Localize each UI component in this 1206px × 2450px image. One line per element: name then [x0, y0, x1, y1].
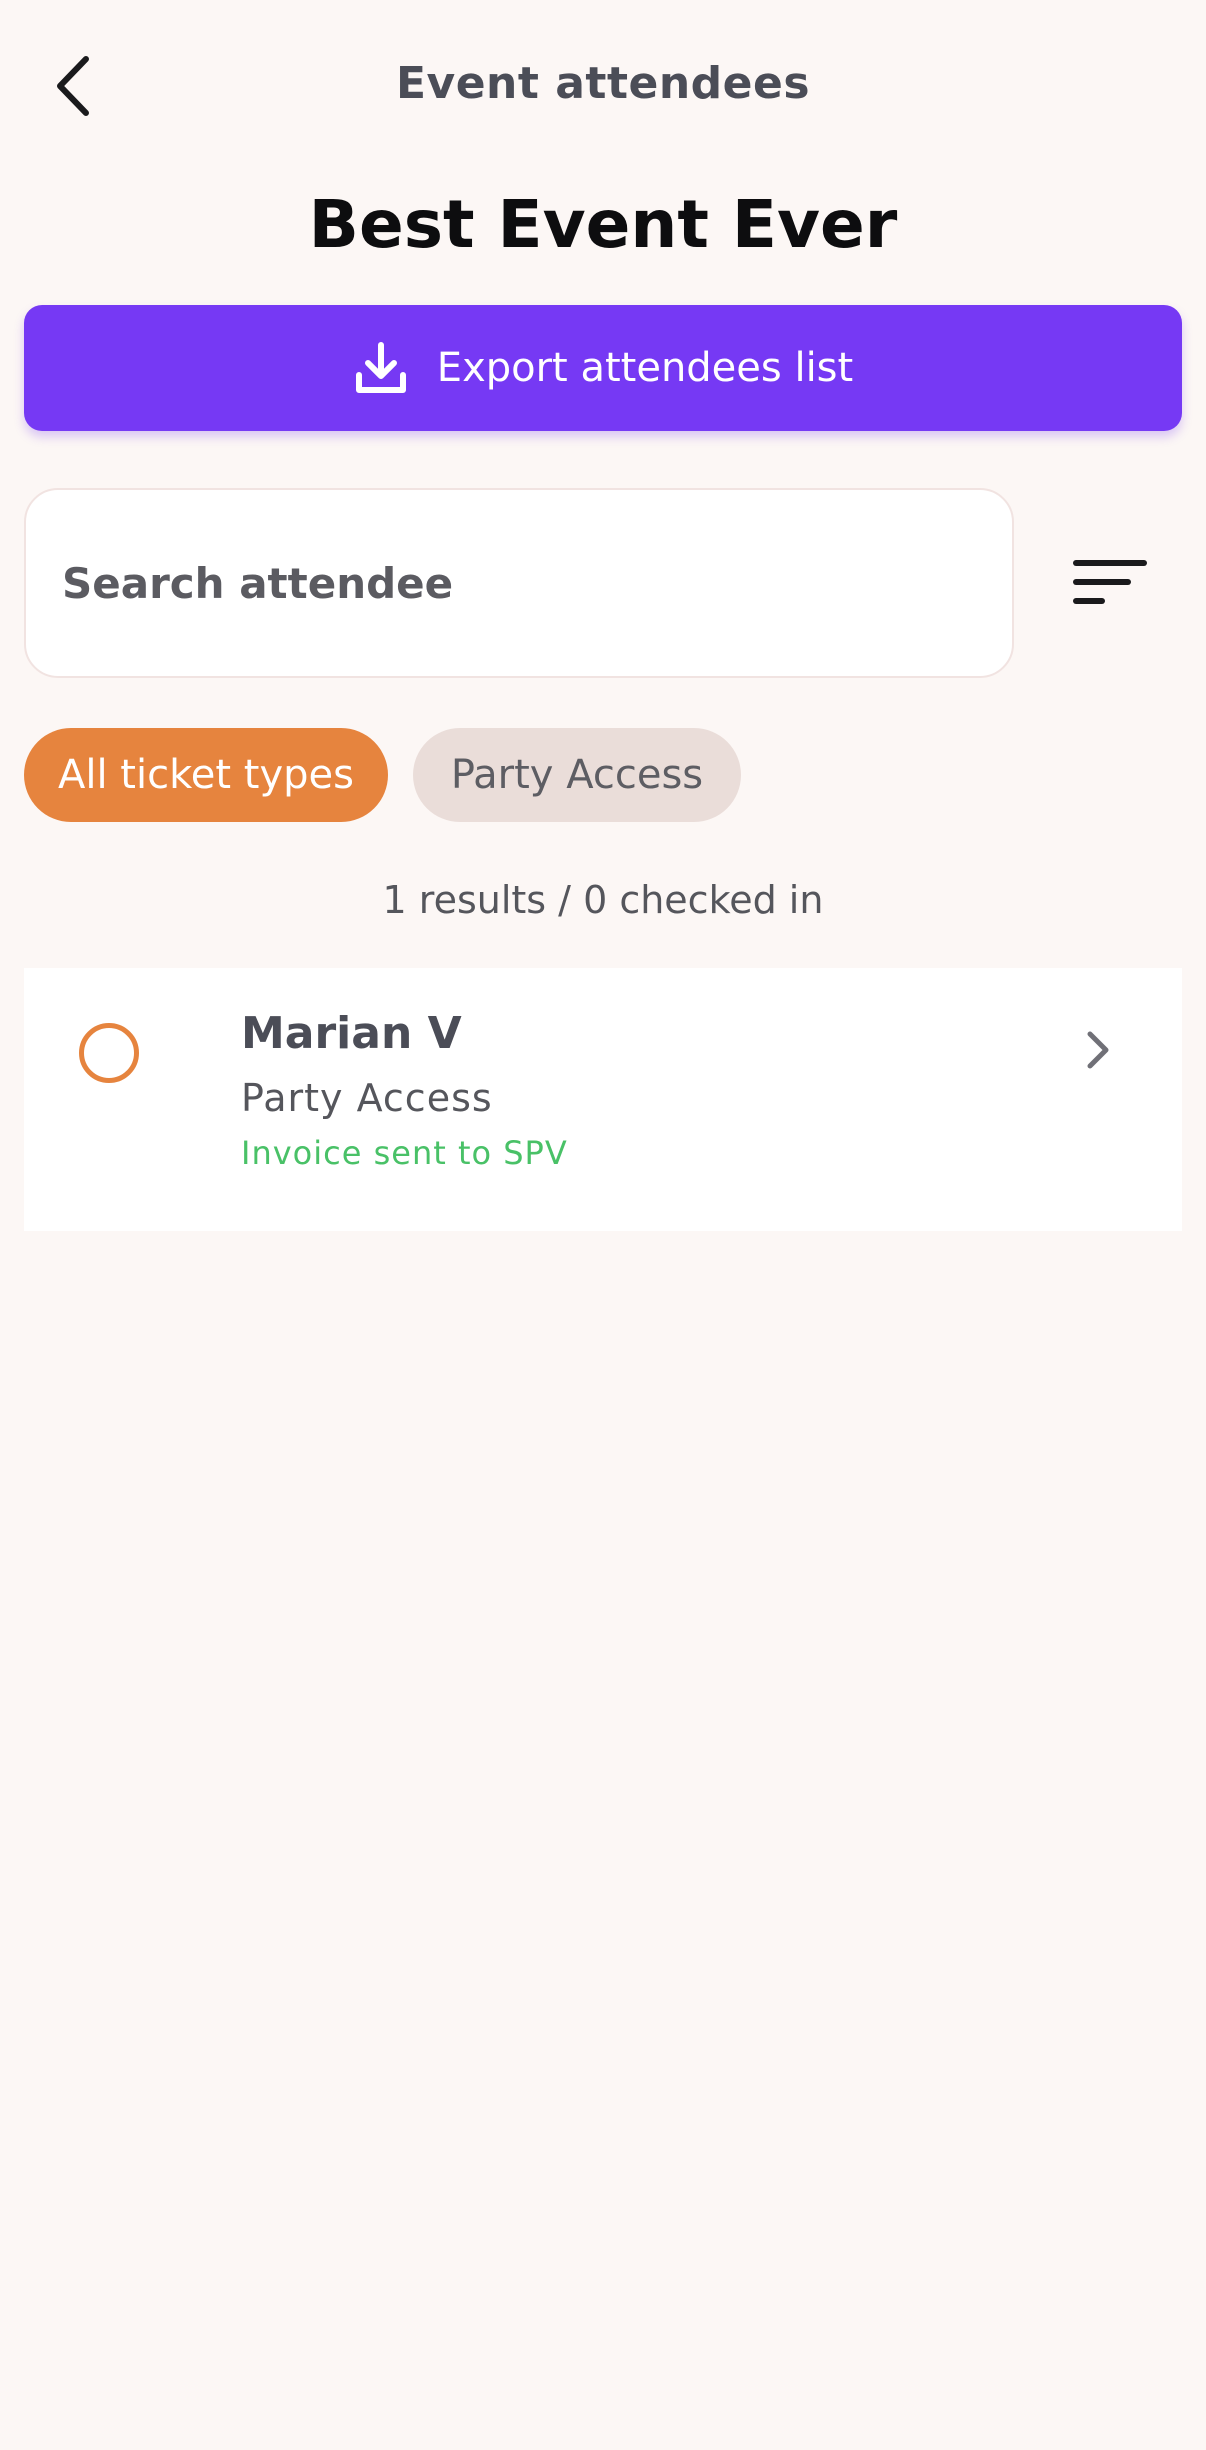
attendee-ticket-type: Party Access [241, 1076, 493, 1120]
page-title: Event attendees [395, 58, 811, 109]
attendee-invoice-status: Invoice sent to SPV [241, 1134, 568, 1172]
results-summary: 1 results / 0 checked in [382, 878, 824, 922]
filter-chip-all-ticket-types[interactable]: All ticket types [24, 728, 388, 822]
export-button-label: Export attendees list [436, 345, 854, 391]
filter-chip-party-access[interactable]: Party Access [413, 728, 741, 822]
check-in-circle-icon[interactable] [79, 1023, 139, 1083]
download-icon [353, 340, 409, 396]
chevron-right-icon [1080, 1030, 1116, 1070]
filter-sort-button[interactable] [1060, 548, 1160, 620]
app-header: Event attendees [0, 0, 1206, 175]
filter-sort-icon [1073, 560, 1147, 604]
search-box [24, 488, 1014, 678]
export-attendees-button[interactable]: Export attendees list [24, 305, 1182, 431]
event-name-heading: Best Event Ever [308, 186, 898, 263]
attendee-list-item[interactable]: Marian V Party Access Invoice sent to SP… [24, 968, 1182, 1231]
search-input[interactable] [62, 490, 982, 676]
attendee-name: Marian V [241, 1008, 462, 1059]
